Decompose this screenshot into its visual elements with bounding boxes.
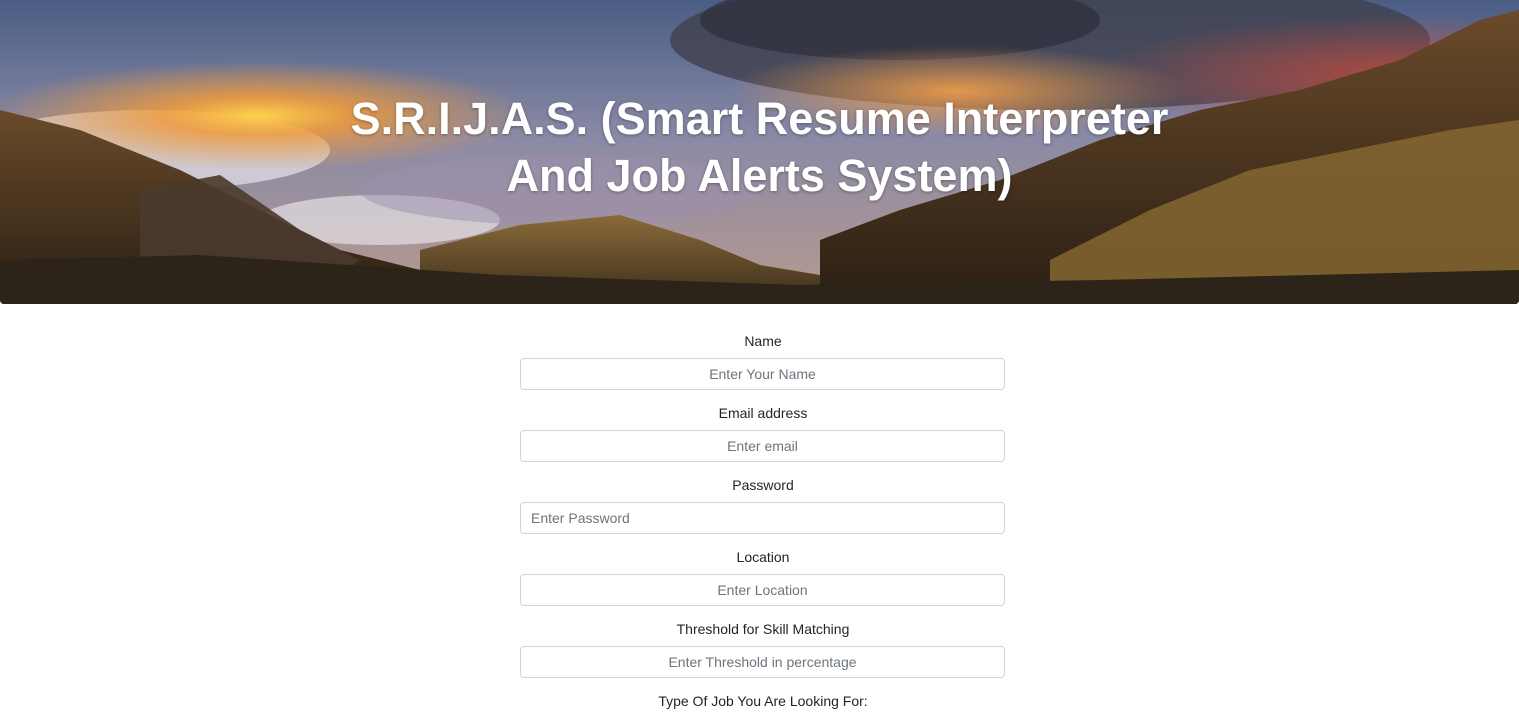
hero-banner: S.R.I.J.A.S. (Smart Resume Interpreter A…: [0, 0, 1519, 304]
name-label: Name: [744, 333, 782, 349]
email-input[interactable]: [520, 430, 1005, 462]
email-group: Email address: [520, 404, 1006, 462]
password-group: Password: [520, 476, 1006, 534]
location-group: Location: [520, 548, 1006, 606]
location-input[interactable]: [520, 574, 1005, 606]
job-type-label: Type Of Job You Are Looking For:: [658, 693, 868, 709]
page-title-line-1: S.R.I.J.A.S. (Smart Resume Interpreter: [350, 93, 1169, 144]
signup-form: Name Email address Password Location Thr…: [520, 304, 1006, 718]
threshold-input[interactable]: [520, 646, 1005, 678]
threshold-group: Threshold for Skill Matching: [520, 620, 1006, 678]
page-title-line-2: And Job Alerts System): [506, 150, 1013, 201]
name-group: Name: [520, 332, 1006, 390]
password-label: Password: [732, 477, 794, 493]
location-label: Location: [736, 549, 790, 565]
email-label: Email address: [718, 405, 808, 421]
name-input[interactable]: [520, 358, 1005, 390]
job-type-group: Type Of Job You Are Looking For:: [520, 692, 1006, 710]
password-input[interactable]: [520, 502, 1005, 534]
page-title: S.R.I.J.A.S. (Smart Resume Interpreter A…: [0, 90, 1519, 204]
threshold-label: Threshold for Skill Matching: [676, 621, 850, 637]
